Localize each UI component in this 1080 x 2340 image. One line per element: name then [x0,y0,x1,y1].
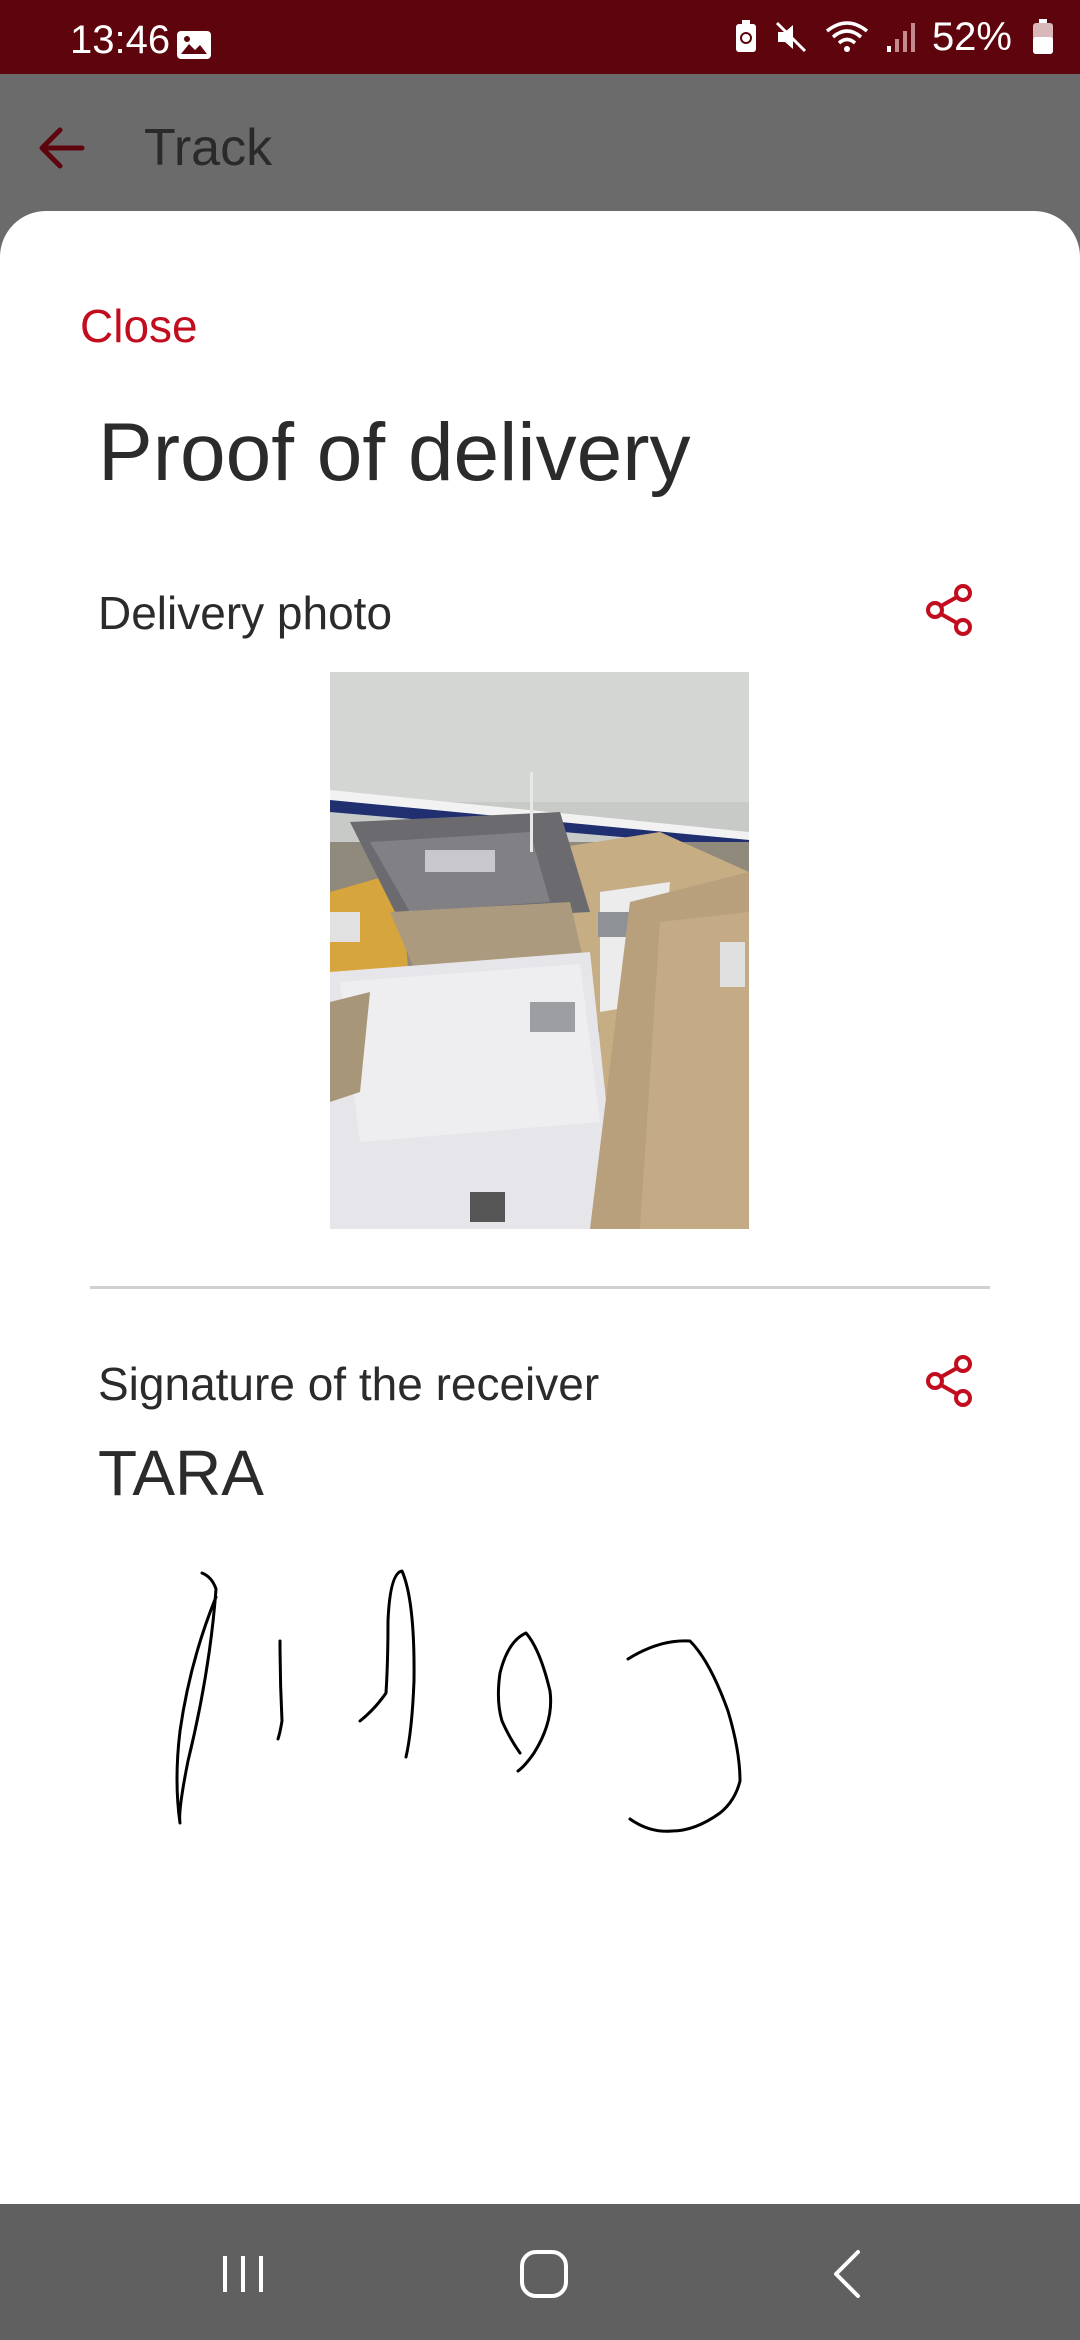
back-arrow-icon[interactable] [34,120,90,176]
back-icon[interactable] [820,2244,880,2304]
receiver-name: TARA [98,1437,264,1509]
system-nav-bar [0,2204,1080,2340]
share-icon[interactable] [921,1352,979,1410]
recents-icon[interactable] [213,2244,273,2304]
battery-icon [1033,19,1053,54]
battery-percent: 52% [931,14,1012,59]
home-icon[interactable] [514,2244,574,2304]
section-divider [90,1286,990,1289]
signature-label: Signature of the receiver [98,1358,600,1410]
delivery-photo[interactable] [330,672,749,1229]
mute-icon [775,21,806,53]
signal-icon [886,23,915,52]
app-title: Track [144,119,273,177]
close-button[interactable]: Close [80,299,198,353]
page-title: Proof of delivery [98,407,691,498]
gallery-icon [177,31,211,59]
signature-image [175,1569,742,1833]
delivery-photo-label: Delivery photo [98,587,393,639]
proof-of-delivery-sheet: Close Proof of delivery Delivery photo S… [0,211,1080,2211]
status-time: 13:46 [70,18,171,62]
battery-saver-icon [735,20,756,52]
status-bar: 13:46 52% [0,0,1080,74]
wifi-icon [825,21,869,52]
share-icon[interactable] [921,581,979,639]
status-icons: 52% [734,14,1054,60]
